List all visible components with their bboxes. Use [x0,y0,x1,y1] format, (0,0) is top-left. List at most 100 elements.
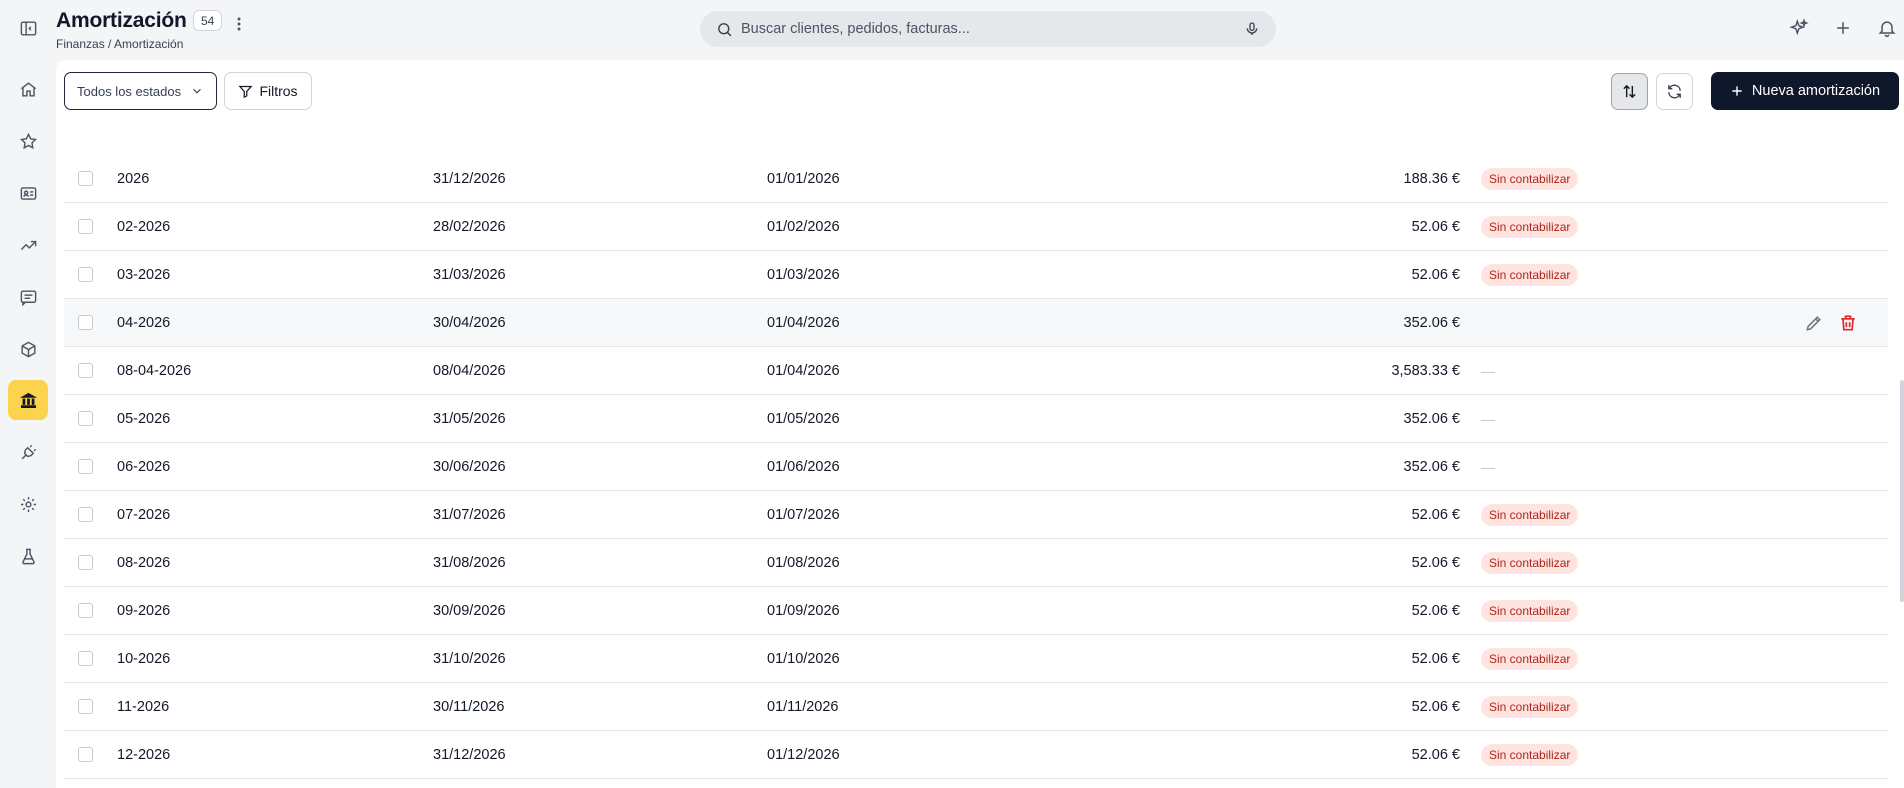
period-cell: 05-2026 [117,410,171,427]
table-row[interactable]: 02-2026 28/02/2026 01/02/2026 52.06 € Sin co… [64,203,1888,251]
scrollbar[interactable] [1900,380,1904,602]
table-row[interactable]: 07-2026 31/07/2026 01/07/2026 52.06 € Sin co… [64,491,1888,539]
start-date-cell: 01/06/2026 [767,458,840,475]
filters-button[interactable]: Filtros [224,72,312,110]
status-filter-value: Todos los estados [77,83,182,99]
table-row[interactable]: 03-2026 31/03/2026 01/03/2026 52.06 € Sin co… [64,251,1888,299]
amount-cell: 52.06 € [1411,602,1460,619]
row-checkbox[interactable] [78,507,93,522]
star-icon[interactable] [8,121,48,161]
row-checkbox[interactable] [78,459,93,474]
amount-cell: 352.06 € [1403,410,1460,427]
microphone-icon[interactable] [1244,21,1260,37]
messages-icon[interactable] [8,277,48,317]
status-cell: Sin contabilizar [1481,731,1579,778]
amount-cell: 52.06 € [1411,554,1460,571]
amount-cell: 52.06 € [1411,218,1460,235]
status-badge: Sin contabilizar [1481,215,1579,238]
amount-cell: 52.06 € [1411,698,1460,715]
row-checkbox[interactable] [78,219,93,234]
period-cell: 2026 [117,170,150,187]
row-checkbox[interactable] [78,411,93,426]
table-row[interactable]: 05-2026 31/05/2026 01/05/2026 352.06 € — [64,395,1888,443]
empty-status: — [1481,362,1495,379]
start-date-cell: 01/04/2026 [767,362,840,379]
end-date-cell: 08/04/2026 [433,362,506,379]
trending-up-icon[interactable] [8,225,48,265]
table-row[interactable]: 11-2026 30/11/2026 01/11/2026 52.06 € Sin co… [64,683,1888,731]
bank-icon[interactable] [8,380,48,420]
search-input[interactable]: Buscar clientes, pedidos, facturas... [741,21,1244,37]
toolbar: Todos los estados Filtros Nueva amortiza… [56,60,1904,122]
row-checkbox[interactable] [78,747,93,762]
table-row[interactable]: 06-2026 30/06/2026 01/06/2026 352.06 € — [64,443,1888,491]
flask-icon[interactable] [8,536,48,576]
start-date-cell: 01/01/2027 [767,779,840,788]
end-date-cell: 31/01/2027 [433,779,506,788]
row-actions [1804,299,1858,346]
search-bar[interactable]: Buscar clientes, pedidos, facturas... [700,11,1276,47]
start-date-cell: 01/01/2026 [767,170,840,187]
amount-cell: 52.06 € [1411,506,1460,523]
row-checkbox[interactable] [78,651,93,666]
refresh-icon [1668,84,1681,99]
status-cell: — [1481,395,1495,442]
status-cell: Sin contabilizar [1481,155,1579,202]
table-row[interactable]: 08-04-2026 08/04/2026 01/04/2026 3,583.33 €… [64,347,1888,395]
sparkles-icon[interactable] [1788,17,1810,39]
pencil-icon[interactable] [1804,313,1824,333]
status-badge: Sin contabilizar [1481,599,1579,622]
plus-icon[interactable] [1832,17,1854,39]
period-cell: 04-2026 [117,314,171,331]
status-badge: Sin contabilizar [1481,695,1579,718]
table-row[interactable]: 08-2026 31/08/2026 01/08/2026 52.06 € Sin co… [64,539,1888,587]
status-filter-select[interactable]: Todos los estados [64,72,217,110]
empty-status: — [1481,458,1495,475]
end-date-cell: 31/03/2026 [433,266,506,283]
table-row[interactable]: 04-2026 30/04/2026 01/04/2026 352.06 € [64,299,1888,347]
row-checkbox[interactable] [78,267,93,282]
box-icon[interactable] [8,329,48,369]
sidebar [0,0,56,788]
row-checkbox[interactable] [78,171,93,186]
amount-cell: 3,583.33 € [1391,362,1460,379]
table-row[interactable]: 10-2026 31/10/2026 01/10/2026 52.06 € Sin co… [64,635,1888,683]
start-date-cell: 01/03/2026 [767,266,840,283]
chevron-down-icon [193,88,201,94]
row-checkbox[interactable] [78,315,93,330]
new-amortization-label: Nueva amortización [1751,83,1881,99]
table-row[interactable]: 2026 31/12/2026 01/01/2026 188.36 € Sin cont… [64,155,1888,203]
start-date-cell: 01/10/2026 [767,650,840,667]
refresh-button[interactable] [1656,73,1693,110]
table-row[interactable]: 01-2027 31/01/2027 01/01/2027 52.06 € Sin co… [64,779,1888,788]
more-options-icon[interactable] [231,14,247,34]
trash-icon[interactable] [1838,313,1858,333]
end-date-cell: 31/12/2026 [433,170,506,187]
table-row[interactable]: 09-2026 30/09/2026 01/09/2026 52.06 € Sin co… [64,587,1888,635]
panel-toggle-icon[interactable] [8,8,48,48]
period-cell: 11-2026 [117,698,170,715]
gear-icon[interactable] [8,484,48,524]
plug-icon[interactable] [8,432,48,472]
bell-icon[interactable] [1876,17,1898,39]
start-date-cell: 01/08/2026 [767,554,840,571]
end-date-cell: 30/06/2026 [433,458,506,475]
end-date-cell: 31/08/2026 [433,554,506,571]
row-checkbox[interactable] [78,603,93,618]
row-checkbox[interactable] [78,555,93,570]
end-date-cell: 31/07/2026 [433,506,506,523]
sort-button[interactable] [1611,73,1648,110]
home-icon[interactable] [8,69,48,109]
status-cell: — [1481,443,1495,490]
contacts-icon[interactable] [8,173,48,213]
table-row[interactable]: 12-2026 31/12/2026 01/12/2026 52.06 € Sin co… [64,731,1888,779]
status-badge: Sin contabilizar [1481,743,1579,766]
end-date-cell: 30/04/2026 [433,314,506,331]
row-checkbox[interactable] [78,363,93,378]
start-date-cell: 01/12/2026 [767,746,840,763]
breadcrumb: Finanzas / Amortización [56,37,184,51]
new-amortization-button[interactable]: Nueva amortización [1711,72,1899,110]
empty-status: — [1481,410,1495,427]
start-date-cell: 01/05/2026 [767,410,840,427]
row-checkbox[interactable] [78,699,93,714]
